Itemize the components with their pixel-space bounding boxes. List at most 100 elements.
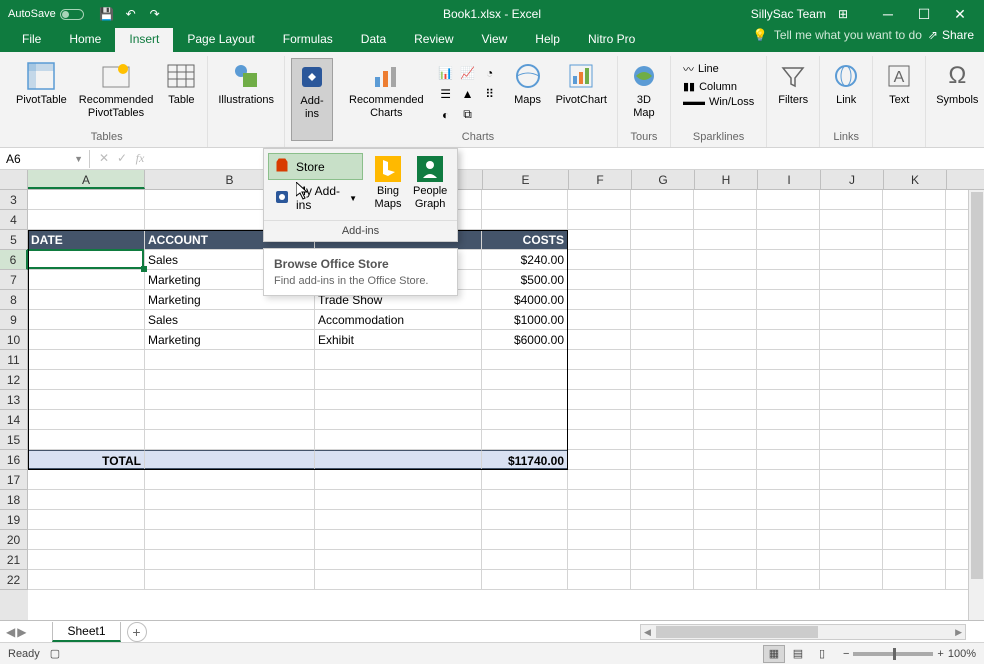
cell[interactable] [315,430,482,450]
cell[interactable] [820,210,883,230]
cell[interactable] [631,450,694,470]
cell[interactable] [694,350,757,370]
row-header-7[interactable]: 7 [0,270,28,290]
cell[interactable] [28,470,145,490]
tab-file[interactable]: File [8,28,55,52]
cell[interactable] [315,450,482,470]
cell[interactable] [631,550,694,570]
new-sheet-button[interactable]: + [127,622,147,642]
cell[interactable]: $500.00 [482,270,568,290]
cell[interactable] [568,230,631,250]
cell[interactable] [315,570,482,590]
redo-icon[interactable]: ↷ [148,7,162,21]
name-box[interactable]: A6 ▼ [0,150,90,168]
cell[interactable] [145,570,315,590]
cell[interactable] [568,330,631,350]
illustrations-button[interactable]: Illustrations [214,58,278,141]
cell[interactable] [28,410,145,430]
enter-formula-icon[interactable]: ✓ [114,151,130,166]
cell[interactable] [568,190,631,210]
cell[interactable] [28,250,145,270]
zoom-in-icon[interactable]: + [937,648,943,660]
cell[interactable] [482,390,568,410]
cell[interactable] [568,530,631,550]
minimize-button[interactable]: ─ [870,0,906,28]
cell[interactable] [568,490,631,510]
maximize-button[interactable]: ☐ [906,0,942,28]
row-header-10[interactable]: 10 [0,330,28,350]
link-button[interactable]: Link [826,58,866,129]
cell[interactable] [631,410,694,430]
cell[interactable] [820,330,883,350]
cell[interactable] [820,410,883,430]
page-layout-view-icon[interactable]: ▤ [787,645,809,663]
cell[interactable] [145,350,315,370]
cell[interactable] [631,230,694,250]
row-header-17[interactable]: 17 [0,470,28,490]
cell[interactable] [568,430,631,450]
cell[interactable] [568,310,631,330]
column-header-E[interactable]: E [483,170,569,189]
cell[interactable] [694,550,757,570]
row-header-22[interactable]: 22 [0,570,28,590]
cell[interactable] [820,390,883,410]
cell[interactable] [482,550,568,570]
cell[interactable] [757,570,820,590]
cell[interactable] [28,490,145,510]
cell[interactable] [694,430,757,450]
zoom-slider[interactable] [853,652,933,656]
cell[interactable] [631,430,694,450]
cell[interactable] [28,550,145,570]
cell[interactable] [145,510,315,530]
horizontal-scrollbar[interactable]: ◀ ▶ [640,624,966,640]
cell[interactable] [631,470,694,490]
cell[interactable]: $1000.00 [482,310,568,330]
cell[interactable] [757,430,820,450]
row-header-13[interactable]: 13 [0,390,28,410]
cell[interactable] [315,350,482,370]
page-break-view-icon[interactable]: ▯ [811,645,833,663]
cell[interactable] [883,210,946,230]
cell[interactable] [28,270,145,290]
store-menu-item[interactable]: Store [268,153,363,180]
cell[interactable] [482,210,568,230]
cell[interactable] [631,270,694,290]
cell[interactable] [757,210,820,230]
cell[interactable]: $240.00 [482,250,568,270]
cell[interactable] [757,290,820,310]
tab-help[interactable]: Help [521,28,574,52]
cell[interactable] [757,390,820,410]
cell[interactable] [315,510,482,530]
cell[interactable] [631,210,694,230]
cell[interactable] [315,470,482,490]
cell[interactable] [315,410,482,430]
cell[interactable] [145,530,315,550]
column-header-G[interactable]: G [632,170,695,189]
cell[interactable] [820,250,883,270]
cell[interactable] [883,350,946,370]
cell[interactable] [820,430,883,450]
row-header-16[interactable]: 16 [0,450,28,470]
cell[interactable] [145,390,315,410]
cell[interactable]: Exhibit [315,330,482,350]
cell[interactable]: Marketing [145,330,315,350]
undo-icon[interactable]: ↶ [124,7,138,21]
cell[interactable] [28,330,145,350]
cell[interactable] [28,510,145,530]
cell[interactable] [631,510,694,530]
row-header-9[interactable]: 9 [0,310,28,330]
cell[interactable] [631,190,694,210]
cell[interactable] [568,510,631,530]
cell[interactable] [145,470,315,490]
recommended-charts-button[interactable]: Recommended Charts [345,58,428,129]
maps-button[interactable]: Maps [508,58,548,129]
column-header-I[interactable]: I [758,170,821,189]
row-header-21[interactable]: 21 [0,550,28,570]
cell[interactable] [820,570,883,590]
scatter-chart-icon[interactable]: ⠿ [480,84,500,104]
cell[interactable]: Accommodation [315,310,482,330]
cell[interactable] [482,490,568,510]
cell[interactable] [482,370,568,390]
cell[interactable] [757,470,820,490]
tab-home[interactable]: Home [55,28,115,52]
